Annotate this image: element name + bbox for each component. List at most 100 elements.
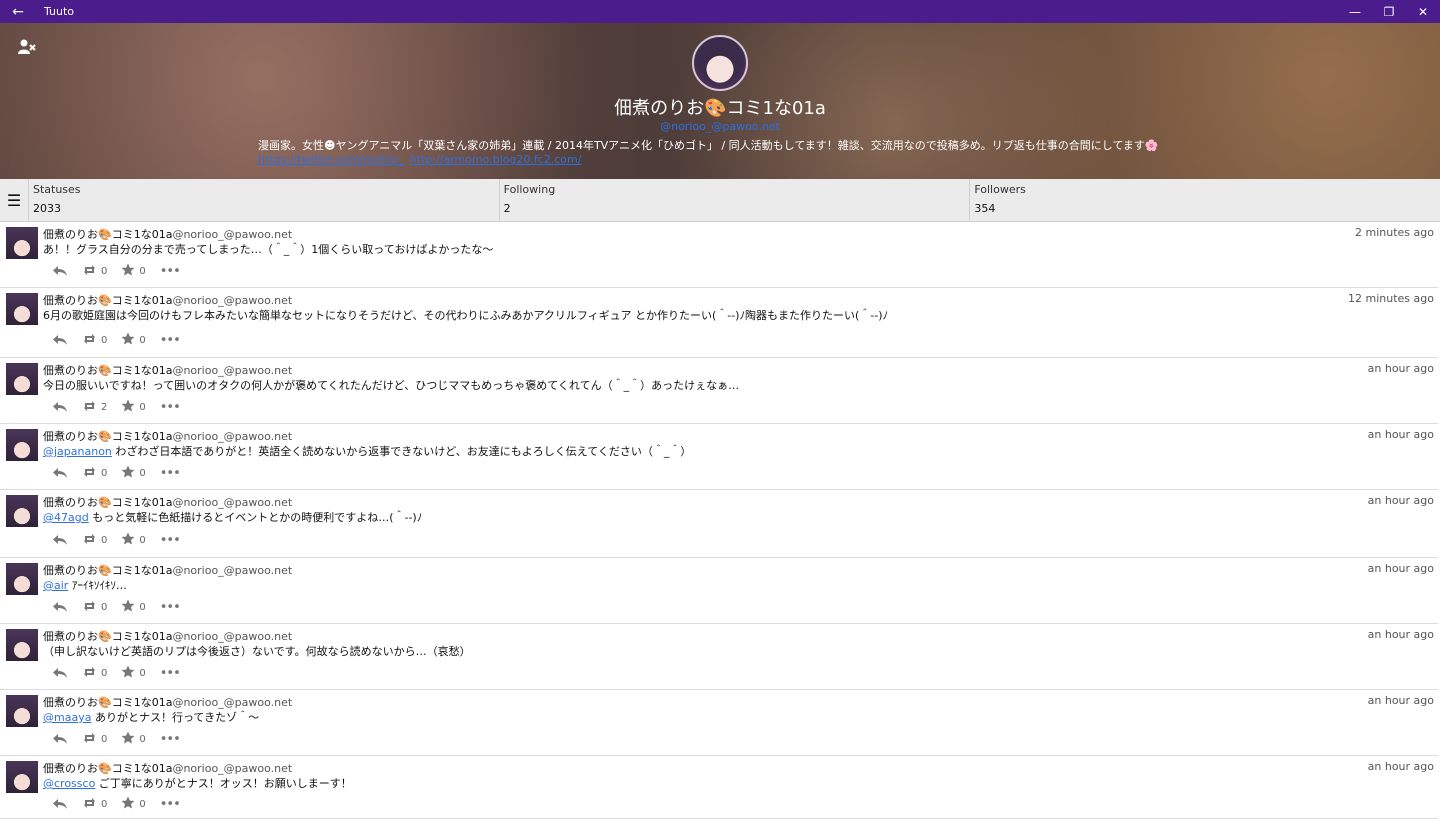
status-content: @japananon わざわざ日本語でありがと！英語全く読めないから返事できない…: [43, 443, 691, 459]
status-author[interactable]: 佃煮のりお🎨コミ1な01a@norioo_@pawoo.net: [43, 226, 292, 242]
status-item[interactable]: 佃煮のりお🎨コミ1な01a@norioo_@pawoo.net an hour …: [0, 490, 1438, 558]
reply-icon[interactable]: [52, 534, 68, 546]
close-icon[interactable]: ✕: [1406, 5, 1440, 19]
status-author[interactable]: 佃煮のりお🎨コミ1な01a@norioo_@pawoo.net: [43, 292, 292, 308]
reblog-button[interactable]: 0: [82, 533, 107, 548]
maximize-icon[interactable]: ❐: [1372, 5, 1406, 19]
favourite-button[interactable]: 0: [121, 263, 146, 279]
reply-icon[interactable]: [52, 667, 68, 679]
reblog-button[interactable]: 0: [82, 600, 107, 615]
back-arrow-icon[interactable]: ←: [0, 4, 36, 20]
status-avatar[interactable]: [6, 629, 38, 661]
favourite-button[interactable]: 0: [121, 731, 146, 747]
status-author[interactable]: 佃煮のりお🎨コミ1な01a@norioo_@pawoo.net: [43, 362, 292, 378]
favourite-button[interactable]: 0: [121, 665, 146, 681]
favourite-count: 0: [139, 467, 146, 479]
reblog-button[interactable]: 2: [82, 400, 107, 415]
status-avatar[interactable]: [6, 695, 38, 727]
status-acct: @norioo_@pawoo.net: [172, 430, 293, 443]
stats-bar: ☰ Statuses 2033 Following 2 Followers 35…: [0, 179, 1440, 222]
stat-followers[interactable]: Followers 354: [970, 179, 1440, 221]
more-options-icon[interactable]: •••: [160, 264, 181, 279]
reply-icon[interactable]: [52, 265, 68, 277]
status-timestamp: 2 minutes ago: [1355, 226, 1434, 239]
favourite-button[interactable]: 0: [121, 332, 146, 348]
mention-link[interactable]: @air: [43, 579, 68, 592]
status-item[interactable]: 佃煮のりお🎨コミ1な01a@norioo_@pawoo.net an hour …: [0, 690, 1438, 756]
status-item[interactable]: 佃煮のりお🎨コミ1な01a@norioo_@pawoo.net 12 minut…: [0, 288, 1438, 358]
more-options-icon[interactable]: •••: [160, 466, 181, 481]
status-avatar[interactable]: [6, 363, 38, 395]
mention-link[interactable]: @japananon: [43, 445, 112, 458]
status-avatar[interactable]: [6, 495, 38, 527]
status-content: あ！！グラス自分の分まで売ってしまった…（＾_＾）1個くらい取っておけばよかった…: [43, 241, 493, 257]
hamburger-menu-icon[interactable]: ☰: [0, 179, 29, 221]
more-options-icon[interactable]: •••: [160, 600, 181, 615]
status-text: わざわざ日本語でありがと！英語全く読めないから返事できないけど、お友達にもよろし…: [111, 445, 692, 458]
unfollow-user-icon[interactable]: [18, 39, 36, 59]
favourite-button[interactable]: 0: [121, 532, 146, 548]
status-display-name: 佃煮のりお🎨コミ1な01a: [43, 228, 173, 241]
minimize-icon[interactable]: —: [1338, 5, 1372, 19]
status-author[interactable]: 佃煮のりお🎨コミ1な01a@norioo_@pawoo.net: [43, 694, 292, 710]
status-avatar[interactable]: [6, 429, 38, 461]
status-actions: 0 0 •••: [52, 599, 194, 615]
reblog-button[interactable]: 0: [82, 666, 107, 681]
reply-icon[interactable]: [52, 401, 68, 413]
status-item[interactable]: 佃煮のりお🎨コミ1な01a@norioo_@pawoo.net an hour …: [0, 424, 1438, 490]
reblog-button[interactable]: 0: [82, 466, 107, 481]
status-avatar[interactable]: [6, 761, 38, 793]
profile-link-blog[interactable]: http://armomo.blog20.fc2.com/: [410, 153, 582, 166]
favourite-count: 0: [139, 667, 146, 679]
status-item[interactable]: 佃煮のりお🎨コミ1な01a@norioo_@pawoo.net an hour …: [0, 624, 1438, 690]
favourite-button[interactable]: 0: [121, 399, 146, 415]
reblog-button[interactable]: 0: [82, 333, 107, 348]
status-author[interactable]: 佃煮のりお🎨コミ1な01a@norioo_@pawoo.net: [43, 628, 292, 644]
status-item[interactable]: 佃煮のりお🎨コミ1な01a@norioo_@pawoo.net an hour …: [0, 558, 1438, 624]
stat-statuses-label: Statuses: [32, 183, 81, 196]
status-author[interactable]: 佃煮のりお🎨コミ1な01a@norioo_@pawoo.net: [43, 760, 292, 776]
profile-link-twitter[interactable]: https://twitter.com/norioo_: [258, 153, 404, 166]
profile-header: 佃煮のりお🎨コミ1な01a @norioo_@pawoo.net 漫画家。女性☻…: [0, 23, 1440, 179]
more-options-icon[interactable]: •••: [160, 732, 181, 747]
profile-handle[interactable]: @norioo_@pawoo.net: [0, 120, 1440, 133]
reblog-button[interactable]: 0: [82, 264, 107, 279]
favourite-button[interactable]: 0: [121, 465, 146, 481]
stat-following-label: Following: [503, 183, 556, 196]
stat-followers-label: Followers: [974, 183, 1026, 196]
reply-icon[interactable]: [52, 601, 68, 613]
profile-bio: 漫画家。女性☻ヤングアニマル「双葉さん家の姉弟」連載 / 2014年TVアニメ化…: [258, 139, 1159, 152]
stat-statuses[interactable]: Statuses 2033: [29, 179, 500, 221]
status-author[interactable]: 佃煮のりお🎨コミ1な01a@norioo_@pawoo.net: [43, 428, 292, 444]
status-item[interactable]: 佃煮のりお🎨コミ1な01a@norioo_@pawoo.net an hour …: [0, 358, 1438, 424]
status-author[interactable]: 佃煮のりお🎨コミ1な01a@norioo_@pawoo.net: [43, 562, 292, 578]
reply-icon[interactable]: [52, 798, 68, 810]
mention-link[interactable]: @crossco: [43, 777, 95, 790]
status-avatar[interactable]: [6, 293, 38, 325]
star-icon: [121, 731, 135, 747]
more-options-icon[interactable]: •••: [160, 333, 181, 348]
mention-link[interactable]: @maaya: [43, 711, 91, 724]
status-avatar[interactable]: [6, 563, 38, 595]
status-content: 6月の歌姫庭園は今回のけもフレ本みたいな簡単なセットになりそうだけど、その代わり…: [43, 307, 888, 323]
mention-link[interactable]: @47agd: [43, 511, 89, 524]
reblog-button[interactable]: 0: [82, 797, 107, 812]
profile-avatar[interactable]: [692, 35, 748, 91]
reply-icon[interactable]: [52, 733, 68, 745]
status-acct: @norioo_@pawoo.net: [172, 564, 293, 577]
profile-display-name: 佃煮のりお🎨コミ1な01a: [614, 98, 826, 119]
stat-following[interactable]: Following 2: [500, 179, 971, 221]
status-item[interactable]: 佃煮のりお🎨コミ1な01a@norioo_@pawoo.net 2 minute…: [0, 222, 1438, 288]
reply-icon[interactable]: [52, 334, 68, 346]
more-options-icon[interactable]: •••: [160, 400, 181, 415]
favourite-button[interactable]: 0: [121, 599, 146, 615]
more-options-icon[interactable]: •••: [160, 797, 181, 812]
status-actions: 0 0 •••: [52, 665, 194, 681]
status-avatar[interactable]: [6, 227, 38, 259]
reply-icon[interactable]: [52, 467, 68, 479]
more-options-icon[interactable]: •••: [160, 666, 181, 681]
more-options-icon[interactable]: •••: [160, 533, 181, 548]
reblog-button[interactable]: 0: [82, 732, 107, 747]
status-author[interactable]: 佃煮のりお🎨コミ1な01a@norioo_@pawoo.net: [43, 494, 292, 510]
reblog-icon: [82, 666, 97, 681]
